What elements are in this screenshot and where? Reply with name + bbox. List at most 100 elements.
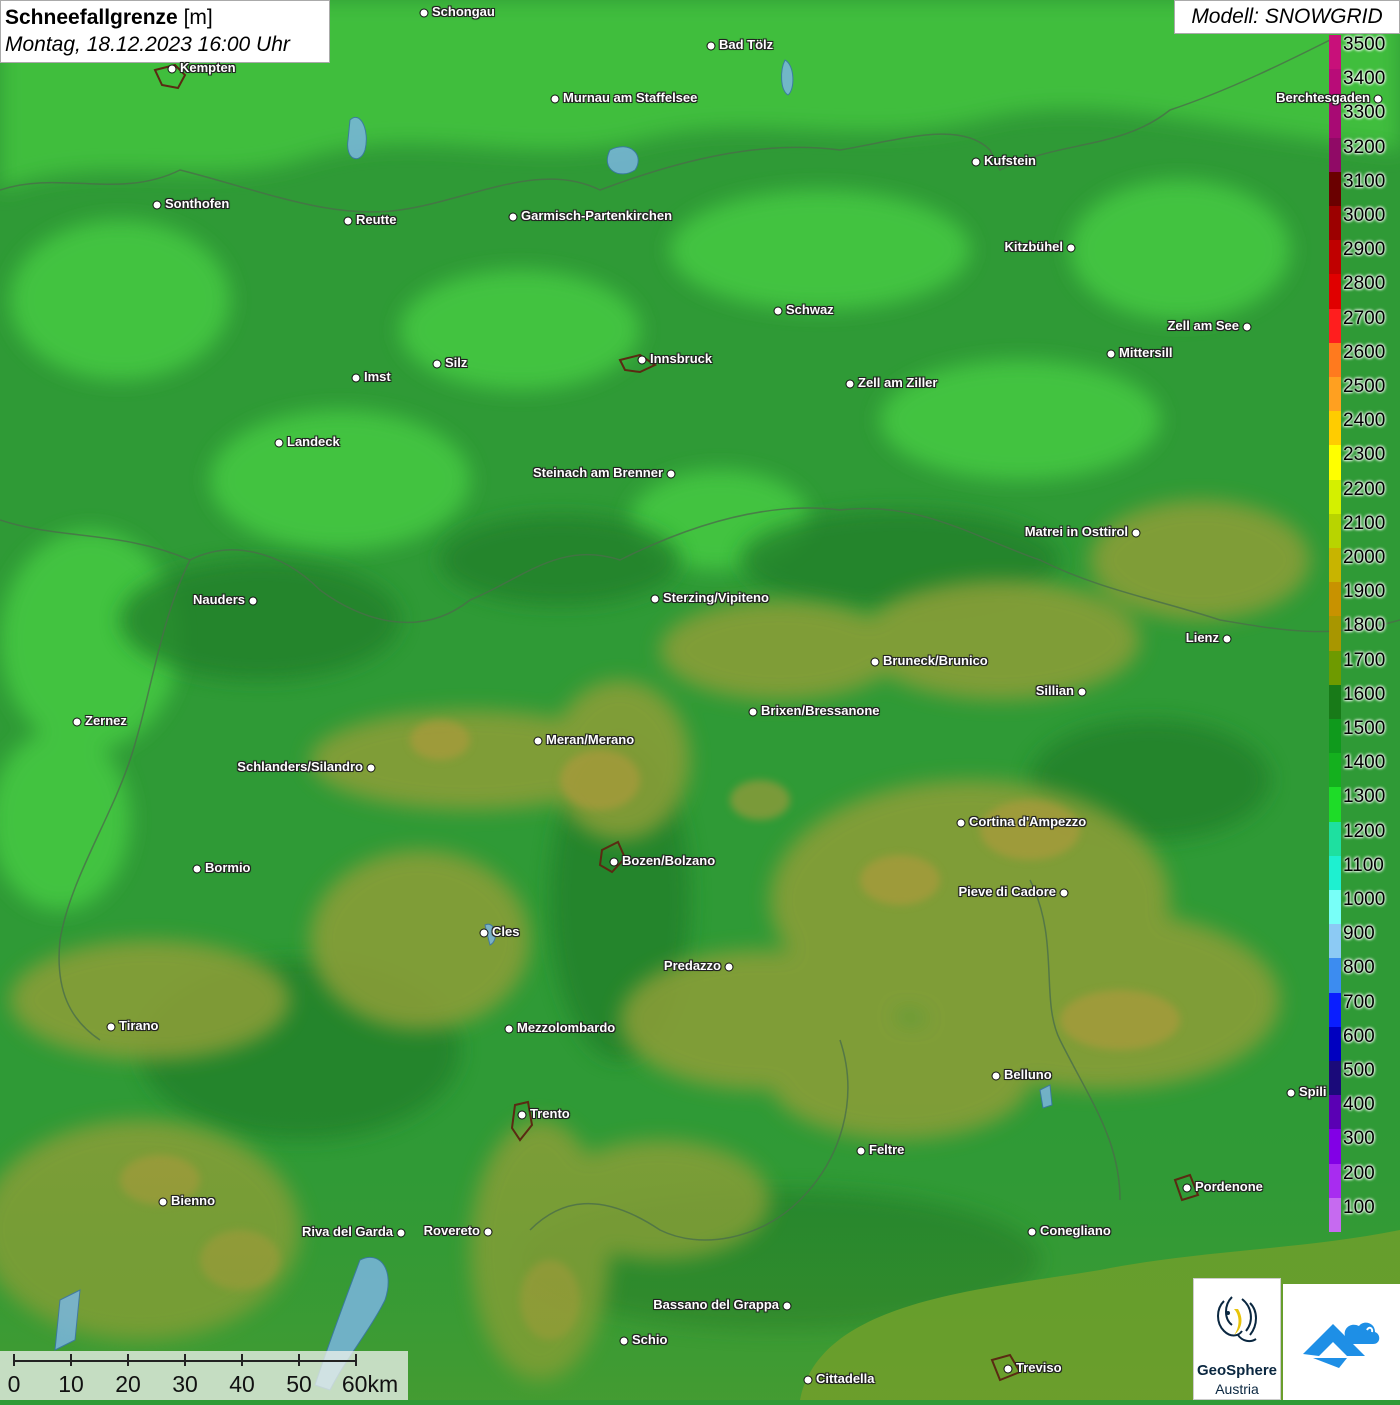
legend-label: 2000: [1343, 547, 1386, 568]
city-name: Bruneck/Brunico: [883, 653, 988, 668]
city-dot-icon: [351, 373, 361, 383]
legend-label: 1600: [1343, 683, 1386, 705]
city-dot-icon: [1027, 1227, 1037, 1237]
legend-swatch: [1329, 377, 1341, 412]
legend-label: 900: [1343, 923, 1375, 945]
legend-label: 600: [1343, 1025, 1375, 1047]
city-dot-icon: [483, 1227, 493, 1237]
city-name: Pieve di Cadore: [958, 884, 1056, 899]
legend-swatch: [1329, 1163, 1341, 1199]
city-dot-icon: [773, 306, 783, 316]
legend-swatch: [1329, 1026, 1341, 1062]
city-dot-icon: [1059, 888, 1069, 898]
scale-tick-label: 30: [172, 1371, 198, 1397]
geosphere-line1: GeoSphere: [1196, 1362, 1278, 1379]
legend-swatch: [1329, 240, 1341, 275]
legend-swatch: [1329, 171, 1341, 207]
legend-label: 2500: [1343, 376, 1386, 397]
legend-label: 1800: [1343, 615, 1386, 637]
city-name: Matrei in Osttirol: [1024, 524, 1128, 539]
city-name: Innsbruck: [650, 351, 713, 366]
city-dot-icon: [517, 1110, 527, 1120]
city-name: Spili: [1299, 1084, 1327, 1099]
legend-label: 2800: [1343, 273, 1386, 295]
city-name: Predazzo: [663, 958, 721, 973]
legend-swatch: [1329, 753, 1341, 788]
city-dot-icon: [1286, 1088, 1296, 1098]
city-name: Bad Tölz: [719, 37, 774, 52]
city-dot-icon: [666, 469, 676, 479]
model-label: Modell: SNOWGRID: [1174, 0, 1400, 34]
legend-swatch: [1329, 35, 1341, 70]
legend-swatch: [1329, 650, 1341, 686]
legend-label: 3200: [1343, 136, 1386, 158]
city-dot-icon: [504, 1024, 514, 1034]
city-name: Trento: [530, 1106, 570, 1121]
city-dot-icon: [803, 1375, 813, 1385]
city-dot-icon: [432, 359, 442, 369]
legend-swatch: [1329, 342, 1341, 378]
city-name: Cortina d'Ampezzo: [969, 814, 1087, 829]
mountain-cloud-icon: [1303, 1322, 1380, 1368]
city-name: Schwaz: [786, 302, 834, 317]
legend-label: 1100: [1343, 854, 1384, 876]
city-name: Kufstein: [984, 153, 1036, 168]
legend-label: 2700: [1343, 307, 1386, 329]
city-name: Lienz: [1185, 630, 1219, 645]
city-name: Steinach am Brenner: [532, 465, 663, 480]
city-dot-icon: [248, 596, 258, 606]
city-dot-icon: [748, 707, 758, 717]
city-name: Garmisch-Partenkirchen: [521, 208, 673, 223]
city-name: Mezzolombardo: [517, 1020, 616, 1035]
legend-label: 2100: [1343, 512, 1386, 534]
city-dot-icon: [706, 41, 716, 51]
legend-swatch: [1329, 445, 1341, 481]
city-dot-icon: [1106, 349, 1116, 359]
geosphere-austria-logo[interactable]: GeoSphere Austria: [1193, 1278, 1281, 1400]
city-dot-icon: [479, 928, 489, 938]
city-name: Brixen/Bressanone: [761, 703, 880, 718]
city-dot-icon: [782, 1301, 792, 1311]
city-name: Bassano del Grappa: [653, 1297, 779, 1312]
legend-swatch: [1329, 103, 1341, 139]
city-dot-icon: [991, 1071, 1001, 1081]
legend-label: 3100: [1343, 170, 1386, 192]
city-name: Mittersill: [1119, 345, 1173, 360]
city-name: Zell am See: [1167, 318, 1239, 333]
legend-label: 2300: [1343, 444, 1386, 466]
city-name: Bienno: [171, 1193, 216, 1208]
legend-label: 3400: [1343, 68, 1386, 90]
city-name: Bozen/Bolzano: [622, 853, 716, 868]
city-name: Schlanders/Silandro: [237, 759, 363, 774]
legend-swatch: [1329, 719, 1341, 754]
city-name: Sonthofen: [165, 196, 230, 211]
geosphere-emblem-icon: [1217, 1296, 1257, 1343]
city-dot-icon: [650, 594, 660, 604]
map-title-unit: [m]: [183, 6, 213, 29]
city-name: Nauders: [192, 592, 245, 607]
city-name: Kempten: [180, 60, 236, 75]
map-title-main: Schneefallgrenze: [5, 6, 178, 29]
scale-tick-label: 0: [7, 1371, 21, 1397]
city-name: Sillian: [1035, 683, 1074, 698]
mountain-cloud-logo[interactable]: [1283, 1284, 1400, 1400]
city-dot-icon: [533, 736, 543, 746]
legend-swatch: [1329, 958, 1341, 994]
legend-swatch: [1329, 308, 1341, 344]
city-name: Kitzbühel: [1004, 239, 1064, 254]
city-dot-icon: [72, 717, 82, 727]
city-name: Reutte: [356, 212, 397, 227]
legend-swatch: [1329, 924, 1341, 959]
scale-tick-label: 20: [115, 1371, 141, 1397]
legend-label: 3500: [1343, 34, 1386, 55]
city-dot-icon: [1182, 1183, 1192, 1193]
city-name: Feltre: [869, 1142, 905, 1157]
city-dot-icon: [508, 212, 518, 222]
legend-label: 700: [1343, 991, 1375, 1013]
scale-tick: [184, 1354, 186, 1366]
legend-swatch: [1329, 1197, 1341, 1233]
legend-swatch: [1329, 137, 1341, 173]
city-dot-icon: [637, 355, 647, 365]
city-name: Belluno: [1004, 1067, 1052, 1082]
scale-tick: [127, 1354, 129, 1366]
